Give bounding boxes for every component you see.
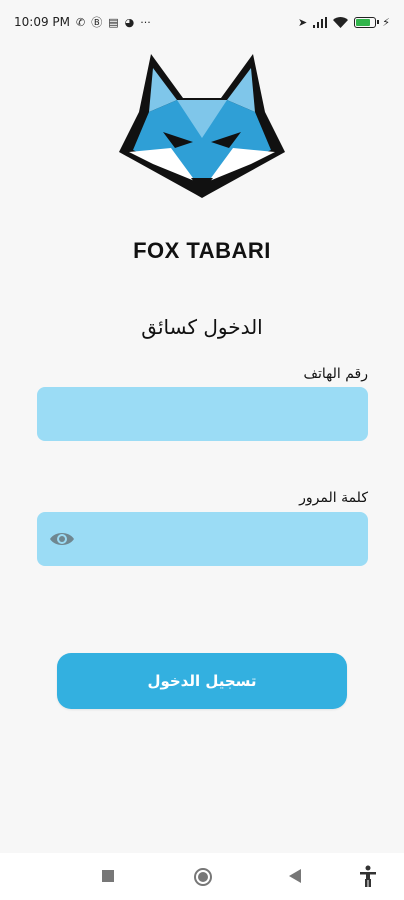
status-left: 10:09 PM ✆ Ⓑ ▤ ◕ ···	[14, 15, 151, 29]
phone-label: رقم الهاتف	[303, 366, 368, 382]
accessibility-icon[interactable]	[358, 865, 378, 887]
brand-name: FOX TABARI	[133, 238, 271, 263]
recents-button[interactable]	[101, 869, 115, 883]
more-icon: ···	[140, 15, 151, 29]
status-time: 10:09 PM	[14, 15, 70, 29]
home-button[interactable]	[193, 867, 213, 887]
status-right: ➤ ⚡	[298, 15, 390, 29]
status-bar: 10:09 PM ✆ Ⓑ ▤ ◕ ··· ➤ ⚡	[0, 0, 404, 44]
back-button[interactable]	[288, 868, 302, 884]
password-field[interactable]	[37, 512, 368, 566]
battery-fill	[356, 18, 371, 26]
whatsapp-icon: ✆	[76, 15, 86, 29]
nav-bar	[0, 853, 404, 900]
charging-icon: ⚡	[382, 15, 390, 29]
login-button[interactable]: تسجيل الدخول	[57, 653, 347, 709]
form-title: الدخول كسائق	[141, 315, 263, 339]
battery-icon	[354, 16, 380, 28]
location-icon: ➤	[298, 15, 308, 29]
signal-icon	[313, 16, 328, 28]
pie-chart-icon: ◕	[124, 15, 135, 29]
password-input[interactable]	[37, 512, 368, 566]
phone-field[interactable]	[37, 387, 368, 441]
fox-logo	[119, 54, 285, 198]
whatsapp-business-icon: Ⓑ	[91, 15, 103, 29]
eye-icon[interactable]	[49, 527, 75, 551]
password-label: كلمة المرور	[299, 490, 368, 506]
document-icon: ▤	[108, 15, 119, 29]
wifi-icon	[333, 16, 349, 28]
phone-input[interactable]	[37, 387, 368, 441]
